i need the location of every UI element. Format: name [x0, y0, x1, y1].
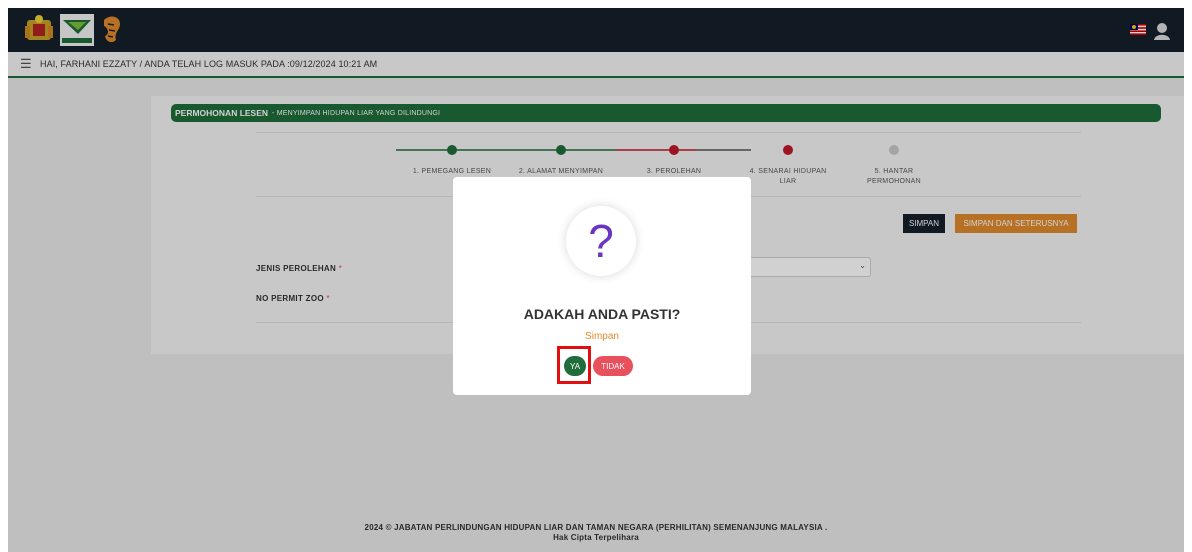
highlight-box: [557, 346, 591, 384]
question-icon: ?: [566, 206, 636, 276]
dialog-title: ADAKAH ANDA PASTI?: [523, 306, 681, 322]
app-frame: ☰ HAI, FARHANI EZZATY / ANDA TELAH LOG M…: [8, 8, 1184, 552]
dialog-subtitle: Simpan: [585, 331, 619, 342]
confirm-dialog: ? ADAKAH ANDA PASTI? Simpan YA TIDAK: [453, 177, 751, 395]
confirm-no-button[interactable]: TIDAK: [593, 356, 633, 376]
